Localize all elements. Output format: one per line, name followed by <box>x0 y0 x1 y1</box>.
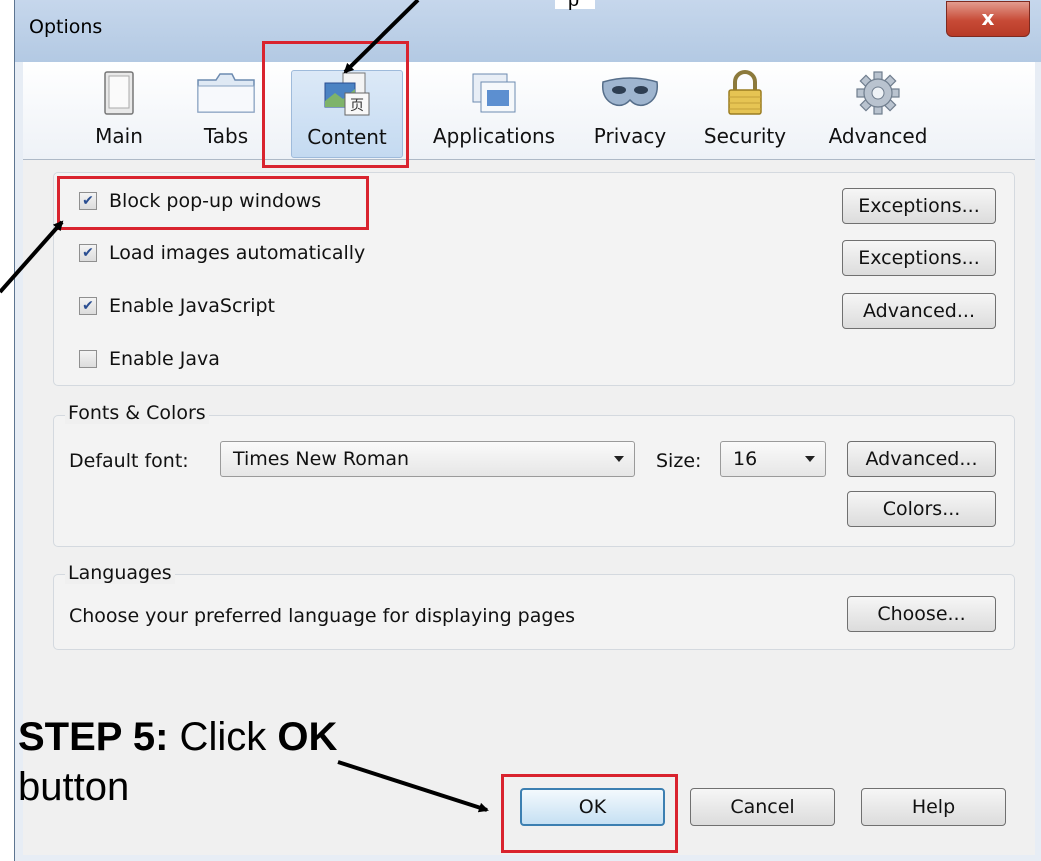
default-font-select[interactable]: Times New Roman <box>220 441 635 477</box>
tab-main-label: Main <box>95 124 143 148</box>
options-toolbar: Main Tabs 页 Content Applications Privacy… <box>23 62 1035 160</box>
default-font-value: Times New Roman <box>233 448 410 470</box>
gear-icon <box>856 71 900 115</box>
language-description: Choose your preferred language for displ… <box>69 605 576 627</box>
tab-applications[interactable]: Applications <box>424 70 564 156</box>
colors-button[interactable]: Colors... <box>847 491 996 527</box>
font-size-value: 16 <box>733 448 758 470</box>
default-font-label: Default font: <box>69 450 189 472</box>
tab-security-label: Security <box>703 124 787 148</box>
applications-icon <box>472 73 516 113</box>
enable-javascript-checkbox[interactable]: ✔ Enable JavaScript <box>79 295 275 317</box>
fonts-advanced-button[interactable]: Advanced... <box>847 441 996 477</box>
tab-advanced[interactable]: Advanced <box>818 70 938 156</box>
size-label: Size: <box>656 450 702 472</box>
load-images-label: Load images automatically <box>109 242 366 264</box>
choose-language-button[interactable]: Choose... <box>847 596 996 632</box>
load-images-checkbox[interactable]: ✔ Load images automatically <box>79 242 365 264</box>
step5-label: STEP 5: <box>18 715 169 759</box>
fonts-colors-group <box>53 415 1015 547</box>
content-tab-highlight <box>262 41 409 168</box>
step5-ok-word: OK <box>277 715 338 759</box>
tab-advanced-label: Advanced <box>828 124 928 148</box>
java-check-box <box>79 350 97 368</box>
privacy-mask-icon <box>601 77 659 107</box>
javascript-check-icon: ✔ <box>79 297 97 315</box>
tab-security[interactable]: Security <box>695 70 795 156</box>
cancel-button[interactable]: Cancel <box>690 788 835 826</box>
step5-annotation: STEP 5: Click OK button <box>18 712 337 812</box>
tab-privacy[interactable]: Privacy <box>587 70 673 156</box>
size-dropdown-arrow-icon <box>805 456 815 462</box>
help-button[interactable]: Help <box>861 788 1006 826</box>
lock-icon <box>728 70 762 115</box>
tab-tabs-label: Tabs <box>203 124 249 148</box>
enable-java-checkbox[interactable]: Enable Java <box>79 348 220 370</box>
tab-privacy-label: Privacy <box>593 124 667 148</box>
enable-javascript-label: Enable JavaScript <box>109 295 275 317</box>
step5-text-click: Click <box>168 715 278 759</box>
images-exceptions-button[interactable]: Exceptions... <box>842 240 996 276</box>
close-icon: x <box>981 6 995 30</box>
main-icon <box>104 71 134 115</box>
enable-java-label: Enable Java <box>109 348 220 370</box>
languages-legend: Languages <box>65 562 175 584</box>
ok-button-highlight <box>501 774 678 853</box>
close-button[interactable]: x <box>946 1 1030 37</box>
load-images-check-icon: ✔ <box>79 244 97 262</box>
font-dropdown-arrow-icon <box>614 456 624 462</box>
fonts-colors-legend: Fonts & Colors <box>65 402 209 424</box>
tab-tabs[interactable]: Tabs <box>186 70 266 156</box>
font-size-select[interactable]: 16 <box>720 441 826 477</box>
tab-applications-label: Applications <box>432 124 556 148</box>
step5-button-word: button <box>18 765 130 809</box>
tab-main[interactable]: Main <box>79 70 159 156</box>
title-bar: Options x <box>15 0 1041 62</box>
tabs-icon <box>197 73 255 113</box>
window-title: Options <box>29 16 103 38</box>
popup-exceptions-button[interactable]: Exceptions... <box>842 188 996 224</box>
block-popups-highlight <box>57 176 369 230</box>
javascript-advanced-button[interactable]: Advanced... <box>842 293 996 329</box>
